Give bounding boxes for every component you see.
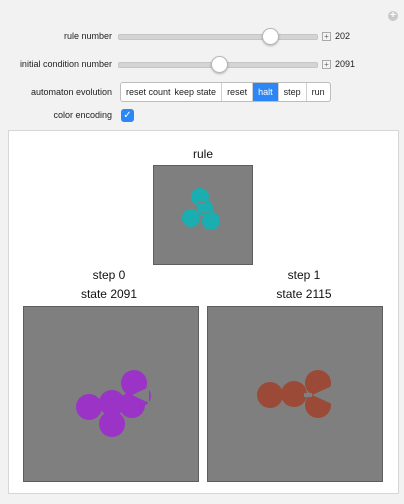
step0-cells-svg xyxy=(76,370,151,437)
halt-button[interactable]: halt xyxy=(253,83,279,101)
keep-state-button[interactable]: keep state xyxy=(173,83,223,101)
color-encoding-label: color encoding xyxy=(53,110,112,120)
rule-cell-left xyxy=(182,209,200,227)
rule-number-label: rule number xyxy=(63,31,112,41)
rule-title: rule xyxy=(192,147,213,161)
initial-condition-label: initial condition number xyxy=(19,59,112,69)
initial-condition-value: 2091 xyxy=(335,59,356,69)
initial-condition-expand-icon[interactable]: + xyxy=(322,60,331,69)
step-button[interactable]: step xyxy=(279,83,307,101)
panel-options-icon[interactable]: + xyxy=(388,11,398,21)
step0-graphic xyxy=(23,306,199,482)
automaton-evolution-label: automaton evolution xyxy=(30,87,112,97)
reset-button[interactable]: reset xyxy=(222,83,254,101)
rule-number-slider-track[interactable] xyxy=(118,34,318,40)
step0-cell-far-left xyxy=(76,394,102,420)
output-panel: rule step 0 state 2091 step 1 state 2115 xyxy=(8,130,399,494)
step0-step-label: step 0 xyxy=(92,268,126,282)
rule-cell-right xyxy=(202,212,220,230)
initial-condition-slider-thumb[interactable] xyxy=(211,56,228,73)
step1-cell-left xyxy=(257,382,283,408)
step0-cell-lower xyxy=(99,411,125,437)
rule-graphic xyxy=(153,165,253,265)
run-button[interactable]: run xyxy=(307,83,330,101)
color-encoding-checkbox[interactable]: ✓ xyxy=(121,109,134,122)
rule-number-value: 202 xyxy=(335,31,351,41)
rule-number-expand-icon[interactable]: + xyxy=(322,32,331,41)
rule-number-slider-thumb[interactable] xyxy=(262,28,279,45)
reset-count-button[interactable]: reset count xyxy=(121,83,173,101)
step1-step-label: step 1 xyxy=(287,268,321,282)
automaton-evolution-buttons: reset count keep state reset halt step r… xyxy=(120,82,331,102)
step1-state-label: state 2115 xyxy=(276,287,332,301)
step1-cells-svg xyxy=(257,370,332,418)
step1-cell-middle xyxy=(281,381,307,407)
step1-graphic xyxy=(207,306,383,482)
step0-state-label: state 2091 xyxy=(80,287,138,301)
rule-cells-svg xyxy=(182,188,220,230)
